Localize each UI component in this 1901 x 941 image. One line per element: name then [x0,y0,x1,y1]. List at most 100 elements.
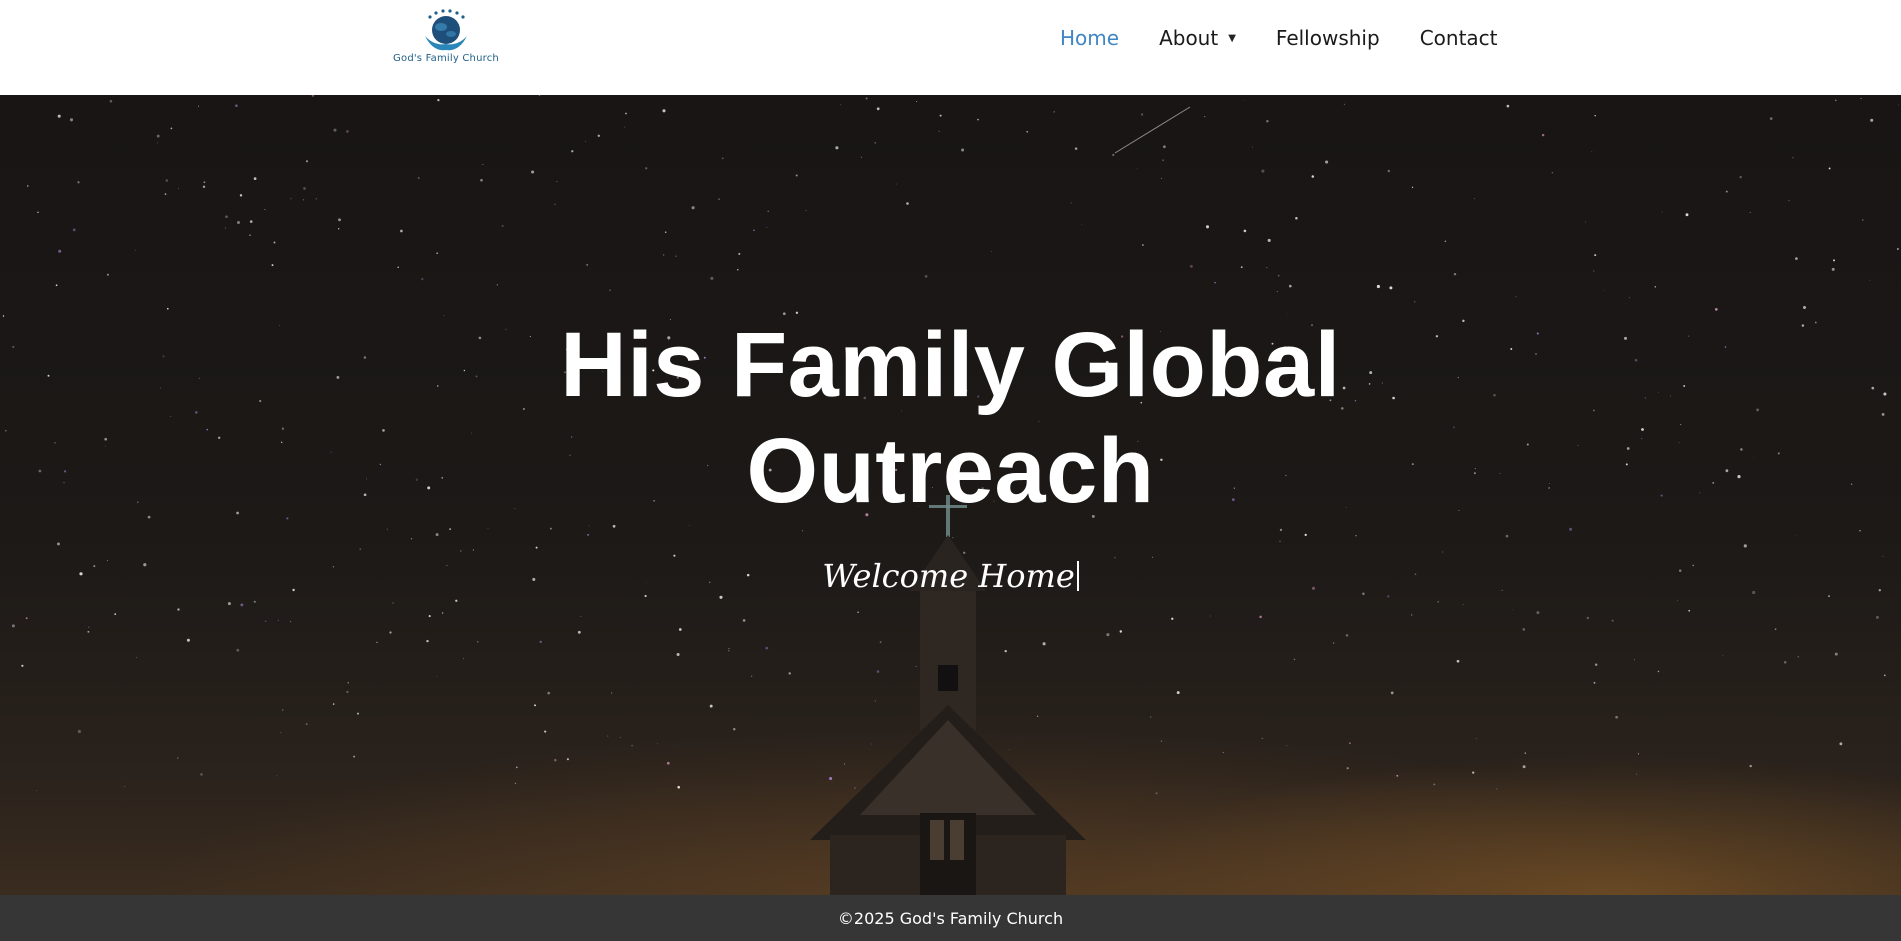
star [253,177,257,180]
star [455,599,458,602]
site-header: God's Family Church Home About ▼ Fellowsh… [0,0,1901,95]
star [224,227,227,229]
star [676,653,680,656]
star [1512,609,1514,611]
star [1311,175,1315,178]
star [1414,301,1416,303]
star [55,284,58,287]
star [482,164,484,165]
star [37,211,39,214]
star [1162,159,1164,162]
star [738,252,741,255]
star [1797,655,1800,658]
star [766,226,768,228]
star [611,692,613,694]
star [737,269,739,271]
church-silhouette [810,495,1086,895]
star [253,600,256,603]
star [666,761,670,765]
star [1387,595,1390,598]
star [1783,660,1787,664]
star [938,130,940,133]
star [751,675,753,677]
star [742,619,746,622]
star [1240,266,1243,268]
star [1411,614,1413,616]
star [109,99,113,103]
star [1204,116,1206,118]
star [177,757,179,759]
star [1475,738,1477,740]
star [1749,211,1751,213]
star [156,134,160,138]
star [356,712,360,715]
star [1688,609,1691,612]
star [1345,634,1349,637]
star [460,550,462,552]
star [1074,147,1078,150]
star [835,146,839,150]
star [276,775,278,777]
star [389,631,392,634]
star [577,630,581,634]
star [202,185,206,188]
logo-text: God's Family Church [393,53,499,64]
star [1355,535,1357,537]
star [547,691,551,695]
star [1437,601,1439,603]
star [386,528,388,530]
star [860,156,862,158]
logo-link[interactable]: God's Family Church [383,8,509,68]
star [1276,291,1278,293]
star [338,218,341,222]
star [876,107,880,111]
star [418,177,420,179]
star [1205,225,1210,229]
star [87,630,90,633]
star [1081,224,1083,226]
star [1897,248,1899,250]
star [1834,652,1838,656]
star [25,617,28,620]
star [264,208,266,210]
star [1591,151,1593,153]
star [1346,767,1349,770]
star [709,704,713,708]
star [609,289,611,292]
star [1870,118,1874,122]
star [77,181,80,184]
star [1472,771,1475,774]
star [69,118,74,122]
star [753,229,755,232]
star [566,758,569,761]
star [1209,615,1211,617]
star [1189,264,1193,268]
star [114,613,117,615]
star [376,641,378,644]
nav-contact[interactable]: Contact [1420,26,1498,50]
star [1462,603,1464,606]
nav-fellowship[interactable]: Fellowship [1276,26,1380,50]
star [1541,133,1545,137]
star [166,307,169,310]
star [1261,169,1265,173]
star [1506,104,1510,108]
star [644,594,647,598]
star [645,167,648,170]
nav-about[interactable]: About ▼ [1159,26,1236,50]
star [1593,270,1595,272]
nav-about-label: About [1159,26,1219,50]
star [939,114,942,117]
shooting-star [1114,106,1191,154]
star [240,603,244,607]
nav-home[interactable]: Home [1060,26,1119,50]
star [1444,240,1447,242]
star [410,538,413,540]
star [1160,740,1162,742]
star [249,234,251,237]
star [177,608,180,611]
star [227,602,231,606]
star [544,730,547,733]
star [1536,611,1540,615]
star [239,194,243,197]
